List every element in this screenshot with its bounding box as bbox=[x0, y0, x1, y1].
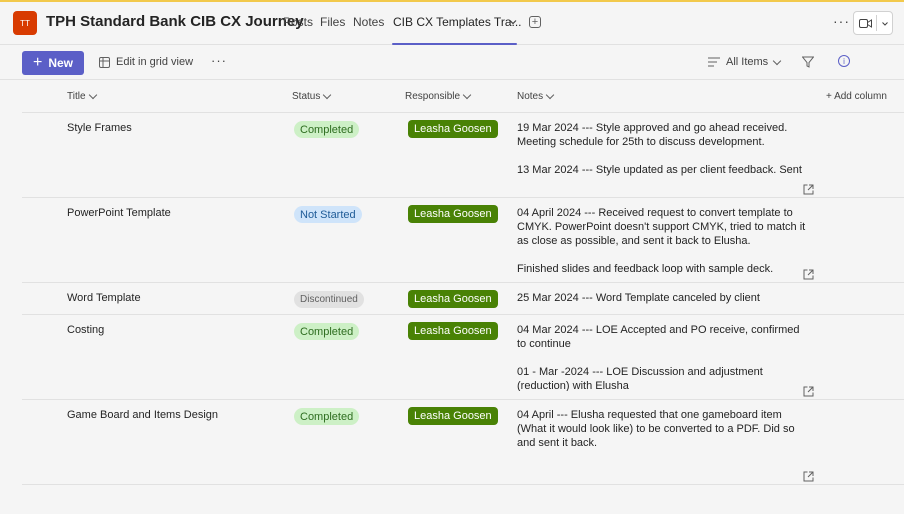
table-row[interactable]: PowerPoint Template Not Started Leasha G… bbox=[0, 198, 904, 283]
tab-cib-cx-templates[interactable]: CIB CX Templates Tra... bbox=[393, 15, 522, 29]
view-chevron-down-icon bbox=[772, 56, 782, 65]
notes-entry: 04 Mar 2024 --- LOE Accepted and PO rece… bbox=[517, 324, 800, 350]
edit-grid-view-button[interactable]: Edit in grid view bbox=[99, 56, 193, 68]
filter-icon[interactable] bbox=[802, 56, 814, 68]
chevron-down-icon bbox=[462, 90, 472, 100]
add-column-button[interactable]: + Add column bbox=[826, 91, 887, 102]
open-item-icon[interactable] bbox=[803, 471, 814, 482]
column-header-responsible-label: Responsible bbox=[405, 91, 461, 102]
grid-icon bbox=[99, 56, 110, 68]
status-badge: Completed bbox=[294, 408, 360, 425]
table-row[interactable]: Costing Completed Leasha Goosen 04 Mar 2… bbox=[0, 315, 904, 400]
command-more-icon[interactable]: ··· bbox=[211, 53, 227, 68]
view-selector-label: All Items bbox=[726, 56, 769, 68]
chevron-down-icon[interactable] bbox=[881, 20, 889, 28]
notes-entry: 04 April 2024 --- Received request to co… bbox=[517, 207, 806, 247]
column-header-notes[interactable]: Notes bbox=[517, 90, 555, 102]
add-column-label: + Add column bbox=[826, 91, 887, 102]
notes-cell: 04 April --- Elusha requested that one g… bbox=[517, 408, 809, 476]
tab-posts[interactable]: Posts bbox=[283, 15, 313, 29]
view-list-icon bbox=[708, 57, 720, 67]
chevron-down-icon bbox=[88, 90, 97, 100]
column-header-responsible[interactable]: Responsible bbox=[405, 90, 472, 102]
row-title[interactable]: PowerPoint Template bbox=[67, 207, 171, 219]
notes-entry: 13 Mar 2024 --- Style updated as per cli… bbox=[517, 164, 802, 176]
status-badge: Not Started bbox=[294, 206, 362, 223]
meet-button-divider bbox=[876, 15, 877, 31]
open-item-icon[interactable] bbox=[803, 184, 814, 195]
notes-cell: 04 April 2024 --- Received request to co… bbox=[517, 206, 809, 274]
status-badge: Discontinued bbox=[294, 291, 364, 308]
responsible-person[interactable]: Leasha Goosen bbox=[408, 290, 498, 308]
table-row[interactable]: Game Board and Items Design Completed Le… bbox=[0, 400, 904, 485]
table-row[interactable]: Style Frames Completed Leasha Goosen 19 … bbox=[0, 113, 904, 198]
new-item-label: New bbox=[48, 56, 74, 70]
row-title[interactable]: Costing bbox=[67, 324, 104, 336]
team-name: TPH Standard Bank CIB CX Journey bbox=[46, 13, 304, 30]
notes-entry: Finished slides and feedback loop with s… bbox=[517, 263, 774, 274]
status-badge: Completed bbox=[294, 323, 360, 340]
notes-entry: 25 Mar 2024 --- Word Template canceled b… bbox=[517, 292, 760, 304]
tab-files[interactable]: Files bbox=[320, 15, 345, 29]
info-icon[interactable]: i bbox=[838, 55, 850, 67]
view-selector[interactable]: All Items bbox=[708, 56, 782, 68]
open-item-icon[interactable] bbox=[803, 269, 814, 280]
notes-cell: 19 Mar 2024 --- Style approved and go ah… bbox=[517, 121, 809, 189]
tab-chevron-down-icon[interactable] bbox=[508, 17, 518, 27]
row-title[interactable]: Style Frames bbox=[67, 122, 132, 134]
row-divider bbox=[22, 484, 904, 485]
notes-cell: 25 Mar 2024 --- Word Template canceled b… bbox=[517, 291, 809, 309]
meet-button[interactable] bbox=[853, 11, 893, 35]
chevron-down-icon bbox=[323, 90, 332, 100]
notes-cell: 04 Mar 2024 --- LOE Accepted and PO rece… bbox=[517, 323, 809, 391]
add-tab-icon[interactable]: + bbox=[529, 16, 541, 28]
new-item-button[interactable]: + New bbox=[22, 51, 84, 75]
channel-header: TT TPH Standard Bank CIB CX Journey Post… bbox=[0, 2, 904, 45]
list-view: Title Status Responsible Notes + Add col… bbox=[0, 81, 904, 514]
edit-grid-view-label: Edit in grid view bbox=[116, 56, 194, 68]
column-header-title-label: Title bbox=[67, 91, 86, 102]
command-bar: + New Edit in grid view ··· All Items i bbox=[0, 45, 904, 80]
table-row[interactable]: Word Template Discontinued Leasha Goosen… bbox=[0, 283, 904, 315]
responsible-person[interactable]: Leasha Goosen bbox=[408, 322, 498, 340]
notes-entry: 04 April --- Elusha requested that one g… bbox=[517, 409, 795, 449]
row-title[interactable]: Word Template bbox=[67, 292, 141, 304]
column-header-status-label: Status bbox=[292, 91, 321, 102]
open-item-icon[interactable] bbox=[803, 386, 814, 397]
column-header-notes-label: Notes bbox=[517, 91, 544, 102]
responsible-person[interactable]: Leasha Goosen bbox=[408, 120, 498, 138]
responsible-person[interactable]: Leasha Goosen bbox=[408, 407, 498, 425]
status-badge: Completed bbox=[294, 121, 360, 138]
notes-entry: 19 Mar 2024 --- Style approved and go ah… bbox=[517, 122, 788, 148]
column-header-status[interactable]: Status bbox=[292, 90, 332, 102]
chevron-down-icon bbox=[545, 90, 555, 100]
notes-entry: 01 - Mar -2024 --- LOE Discussion and ad… bbox=[517, 366, 763, 391]
tab-notes[interactable]: Notes bbox=[353, 15, 384, 29]
team-avatar[interactable]: TT bbox=[13, 11, 37, 35]
plus-icon: + bbox=[32, 54, 43, 71]
more-options-icon[interactable]: ··· bbox=[833, 13, 850, 29]
column-header-title[interactable]: Title bbox=[67, 90, 97, 102]
responsible-person[interactable]: Leasha Goosen bbox=[408, 205, 498, 223]
row-title[interactable]: Game Board and Items Design bbox=[67, 409, 218, 421]
video-camera-icon bbox=[859, 19, 872, 28]
